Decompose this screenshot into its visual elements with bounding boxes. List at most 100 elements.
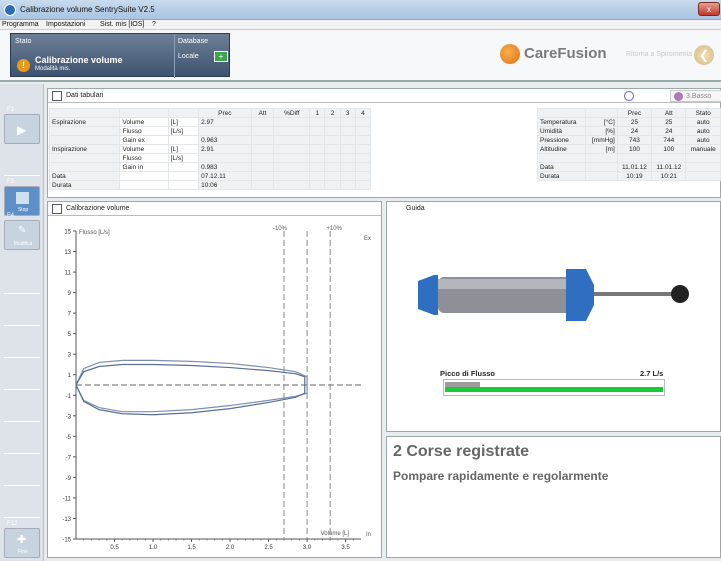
- table-cell: [309, 171, 326, 181]
- chart-title: Calibrazione volume: [66, 205, 130, 212]
- x-tick-label: 0.5: [110, 545, 119, 551]
- table-cell: [309, 135, 326, 145]
- table-cell: [L]: [167, 144, 200, 154]
- table-cell: Flusso: [119, 153, 169, 163]
- chart-edit-icon[interactable]: [52, 204, 62, 214]
- menu-help[interactable]: ?: [152, 21, 156, 28]
- table-cell: [309, 126, 326, 136]
- syringe-icon: [418, 269, 689, 321]
- table-cell: [339, 180, 356, 190]
- empty-slot: [4, 392, 40, 422]
- table-cell: [167, 171, 200, 181]
- table-header-cell: 4: [354, 108, 372, 118]
- table-header-cell: 3: [339, 108, 356, 118]
- table-cell: [L/s]: [167, 153, 200, 163]
- finish-button[interactable]: F12 Fine ✚: [4, 521, 40, 558]
- table-cell: [273, 162, 311, 172]
- empty-slot: [4, 146, 40, 176]
- table-cell: Gain in: [119, 162, 169, 172]
- panel-edit-icon[interactable]: [52, 91, 62, 101]
- table-cell: [324, 117, 341, 127]
- calibration-table: Prec Att %Diff 1 2 3 4 Espirazione Volume [L] 2.97…: [48, 108, 372, 190]
- env-cell: [m]: [584, 144, 618, 154]
- env-cell: auto: [685, 117, 721, 127]
- table-cell: [339, 144, 356, 154]
- database-value: Locale: [178, 53, 199, 60]
- table-cell: [354, 171, 372, 181]
- f1-key[interactable]: F1 ▶: [4, 107, 40, 144]
- table-cell: 0.963: [198, 135, 252, 145]
- env-cell: [584, 171, 618, 181]
- table-cell: [273, 144, 311, 154]
- low-button[interactable]: 3.Basso: [670, 90, 721, 102]
- env-cell: Durata: [537, 171, 586, 181]
- table-cell: [339, 162, 356, 172]
- empty-slot: [4, 264, 40, 294]
- table-cell: [354, 117, 372, 127]
- status-subtitle: Pompare rapidamente e regolarmente: [393, 469, 609, 483]
- table-cell: [324, 171, 341, 181]
- brand-name: CareFusion: [524, 45, 607, 62]
- close-button[interactable]: x: [698, 2, 720, 16]
- env-row: Altitudine [m] 100 100 manuale: [537, 144, 721, 154]
- finish-label: Fine: [18, 549, 28, 555]
- y-tick-label: 15: [64, 230, 71, 236]
- f3-label: F3: [7, 179, 15, 185]
- table-row: Gain in 0.983: [48, 162, 372, 172]
- table-cell: [309, 153, 326, 163]
- peak-flow-value: 2.7 L/s: [640, 369, 664, 378]
- table-cell: [324, 180, 341, 190]
- modify-button[interactable]: F4 Modifica ✎: [4, 213, 40, 250]
- stato-panel: Stato ! Calibrazione volume Modalità mis…: [10, 33, 230, 78]
- menu-programma[interactable]: Programma: [2, 21, 39, 28]
- menu-sist-mis[interactable]: Sist. mis [IOS]: [100, 21, 144, 28]
- empty-slot: [4, 456, 40, 486]
- tabular-data-panel: Dati tabulari 3.Basso Prec Att %Diff 1 2 3 4 Es…: [47, 88, 721, 198]
- f1-label: F1: [7, 107, 15, 113]
- env-cell: Pressione: [537, 135, 586, 145]
- x-tick-label: 3.0: [303, 545, 312, 551]
- table-cell: [309, 117, 326, 127]
- back-button[interactable]: ❮: [694, 45, 714, 65]
- table-cell: 2.91: [198, 144, 252, 154]
- table-cell: [309, 180, 326, 190]
- x-axis-label: Volume [L]: [321, 531, 350, 537]
- menu-impostazioni[interactable]: Impostazioni: [46, 21, 85, 28]
- finish-icon: ✚: [17, 534, 27, 546]
- table-cell: [354, 180, 372, 190]
- table-cell: [L]: [167, 117, 200, 127]
- empty-slot: [4, 360, 40, 390]
- y-tick-label: -9: [66, 476, 72, 482]
- env-cell: Data: [537, 162, 586, 172]
- table-cell: [354, 153, 372, 163]
- env-row: [537, 153, 721, 163]
- y-tick-label: -7: [66, 455, 72, 461]
- person-icon: [674, 92, 683, 101]
- env-cell: 10:19: [616, 171, 653, 181]
- y-tick-label: 9: [68, 291, 72, 297]
- stop-button[interactable]: F3 Stop: [4, 179, 40, 216]
- edit-icon: ✎: [18, 225, 27, 236]
- table-cell: [48, 126, 121, 136]
- table-cell: 07.12.11: [198, 171, 252, 181]
- env-cell: auto: [685, 126, 721, 136]
- table-cell: Inspirazione: [48, 144, 121, 154]
- empty-slot: [4, 488, 40, 518]
- env-cell: 100: [616, 144, 653, 154]
- compare-icon[interactable]: [624, 91, 634, 101]
- table-header-cell: 1: [309, 108, 326, 118]
- database-label: Database: [178, 38, 208, 45]
- env-cell: 25: [651, 117, 687, 127]
- env-cell: 10:21: [651, 171, 687, 181]
- env-cell: Altitudine: [537, 144, 586, 154]
- table-row: Espirazione Volume [L] 2.97: [48, 117, 372, 127]
- table-cell: [309, 144, 326, 154]
- status-title: 2 Corse registrate: [393, 443, 530, 460]
- x-tick-label: 3.5: [341, 545, 350, 551]
- database-icon[interactable]: +: [214, 51, 228, 62]
- tabular-title-bar: Dati tabulari 3.Basso: [48, 89, 721, 103]
- y-tick-label: -1: [66, 394, 72, 400]
- table-cell: [273, 180, 311, 190]
- env-cell: [537, 153, 586, 163]
- env-cell: 11.01.12: [651, 162, 687, 172]
